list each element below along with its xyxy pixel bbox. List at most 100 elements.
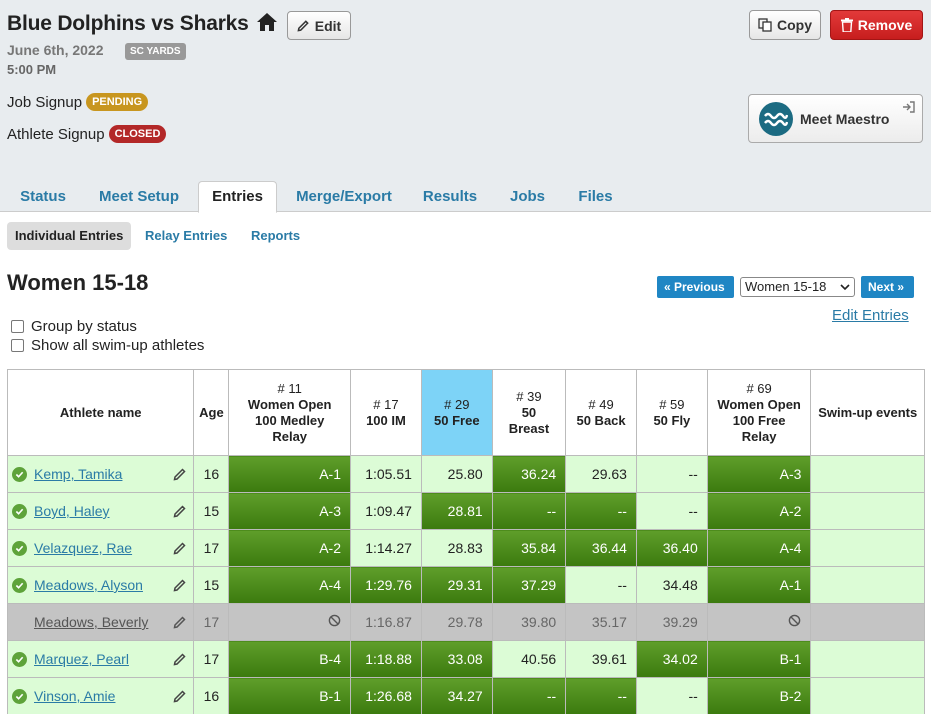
entry-cell[interactable]: 29.31 <box>420 566 493 604</box>
athlete-link[interactable]: Meadows, Alyson <box>34 577 143 593</box>
athlete-link[interactable]: Kemp, Tamika <box>34 466 122 482</box>
group-by-status-label: Group by status <box>31 318 137 335</box>
meet-title: Blue Dolphins vs Sharks <box>7 12 249 35</box>
entry-cell[interactable] <box>706 603 812 641</box>
event-59-header[interactable]: # 59 50 Fly <box>635 369 708 456</box>
remove-button[interactable]: Remove <box>830 10 923 40</box>
event-11-header[interactable]: # 11 Women Open 100 Medley Relay <box>228 369 352 456</box>
athlete-link[interactable]: Vinson, Amie <box>34 688 115 704</box>
entry-cell[interactable]: -- <box>565 566 637 604</box>
entry-cell[interactable]: 39.29 <box>635 603 708 641</box>
entry-cell[interactable]: 34.27 <box>420 677 493 714</box>
entry-cell[interactable]: 35.17 <box>565 603 637 641</box>
entry-cell[interactable]: 39.80 <box>491 603 567 641</box>
entry-cell[interactable]: 1:26.68 <box>350 677 422 714</box>
event-39-header[interactable]: # 39 50 Breast <box>491 369 567 456</box>
entry-cell[interactable] <box>228 603 352 641</box>
athlete-link[interactable]: Boyd, Haley <box>34 503 109 519</box>
group-select[interactable]: Women 15-18 <box>740 277 855 297</box>
athlete-link[interactable]: Velazquez, Rae <box>34 540 132 556</box>
entry-cell[interactable]: -- <box>635 677 708 714</box>
pencil-icon[interactable] <box>173 504 187 518</box>
event-69-header[interactable]: # 69 Women Open 100 Free Relay <box>706 369 812 456</box>
entry-cell[interactable]: 1:18.88 <box>350 640 422 678</box>
entry-cell[interactable]: 36.44 <box>565 529 637 567</box>
entry-cell[interactable]: -- <box>565 677 637 714</box>
entry-cell[interactable]: -- <box>491 492 567 530</box>
entry-cell[interactable]: 34.02 <box>635 640 708 678</box>
home-icon[interactable] <box>256 12 278 32</box>
entry-cell[interactable]: 28.81 <box>420 492 493 530</box>
entry-cell[interactable]: 40.56 <box>491 640 567 678</box>
event-49-header[interactable]: # 49 50 Back <box>565 369 637 456</box>
table-row: Meadows, Alyson 15 A-4 1:29.76 29.31 37.29 -- 3… <box>6 566 925 604</box>
next-group-button[interactable]: Next » <box>861 276 914 298</box>
edit-meet-button[interactable]: Edit <box>287 11 351 40</box>
entry-cell[interactable]: 37.29 <box>491 566 567 604</box>
entry-cell[interactable]: -- <box>635 455 708 493</box>
entry-cell[interactable]: A-2 <box>706 492 812 530</box>
pencil-icon[interactable] <box>173 689 187 703</box>
pencil-icon[interactable] <box>173 578 187 592</box>
athlete-link[interactable]: Marquez, Pearl <box>34 651 129 667</box>
entry-cell[interactable]: 29.78 <box>420 603 493 641</box>
entry-cell[interactable]: 1:29.76 <box>350 566 422 604</box>
entry-cell[interactable]: A-4 <box>706 529 812 567</box>
entry-cell[interactable]: B-4 <box>228 640 352 678</box>
tab-files[interactable]: Files <box>567 182 624 212</box>
entry-cell[interactable]: 1:05.51 <box>350 455 422 493</box>
meet-maestro-button[interactable]: Meet Maestro <box>748 94 923 143</box>
subtab-relay-entries[interactable]: Relay Entries <box>137 222 235 250</box>
entry-cell[interactable]: A-3 <box>228 492 352 530</box>
entry-cell[interactable]: -- <box>565 492 637 530</box>
tab-status[interactable]: Status <box>12 182 74 212</box>
external-link-icon <box>903 101 915 113</box>
swim-up-events-header[interactable]: Swim-up events <box>810 369 925 456</box>
pencil-icon[interactable] <box>173 467 187 481</box>
previous-group-button[interactable]: « Previous <box>657 276 734 298</box>
tab-jobs[interactable]: Jobs <box>500 182 555 212</box>
show-swimup-checkbox[interactable] <box>11 339 24 352</box>
entry-cell[interactable]: 33.08 <box>420 640 493 678</box>
entry-cell[interactable]: 28.83 <box>420 529 493 567</box>
entry-cell[interactable]: B-2 <box>706 677 812 714</box>
subtab-reports[interactable]: Reports <box>243 222 308 250</box>
entry-cell[interactable]: 36.24 <box>491 455 567 493</box>
entry-cell[interactable]: B-1 <box>228 677 352 714</box>
entry-cell[interactable]: 36.40 <box>635 529 708 567</box>
event-17-header[interactable]: # 17 100 IM <box>350 369 422 456</box>
event-29-header[interactable]: # 29 50 Free <box>420 369 493 456</box>
entry-cell[interactable]: 1:16.87 <box>350 603 422 641</box>
group-by-status-checkbox[interactable] <box>11 320 24 333</box>
entry-cell[interactable]: A-1 <box>706 566 812 604</box>
entry-cell[interactable]: 1:14.27 <box>350 529 422 567</box>
entry-cell[interactable]: -- <box>491 677 567 714</box>
athlete-link[interactable]: Meadows, Beverly <box>34 614 148 630</box>
entry-cell[interactable]: 39.61 <box>565 640 637 678</box>
subtab-individual-entries[interactable]: Individual Entries <box>7 222 132 250</box>
entry-cell[interactable]: 25.80 <box>420 455 493 493</box>
entry-cell[interactable]: A-2 <box>228 529 352 567</box>
tab-meet-setup[interactable]: Meet Setup <box>90 182 188 212</box>
copy-button[interactable]: Copy <box>749 10 821 40</box>
entry-cell[interactable]: 29.63 <box>565 455 637 493</box>
tab-entries[interactable]: Entries <box>198 181 277 213</box>
edit-entries-link[interactable]: Edit Entries <box>832 307 909 324</box>
entry-cell[interactable]: 34.48 <box>635 566 708 604</box>
age-header[interactable]: Age <box>193 369 230 456</box>
pencil-icon[interactable] <box>173 541 187 555</box>
entry-cell[interactable]: 35.84 <box>491 529 567 567</box>
athlete-signup-label: Athlete Signup <box>7 125 105 143</box>
entry-cell[interactable]: A-4 <box>228 566 352 604</box>
tab-merge-export[interactable]: Merge/Export <box>290 182 398 212</box>
entry-cell[interactable]: A-1 <box>228 455 352 493</box>
tab-results[interactable]: Results <box>413 182 487 212</box>
pencil-icon[interactable] <box>173 615 187 629</box>
entry-cell[interactable]: B-1 <box>706 640 812 678</box>
pencil-icon[interactable] <box>173 652 187 666</box>
athlete-name-header[interactable]: Athlete name <box>6 369 195 456</box>
entry-cell[interactable]: -- <box>635 492 708 530</box>
age-cell: 17 <box>193 640 230 678</box>
entry-cell[interactable]: A-3 <box>706 455 812 493</box>
entry-cell[interactable]: 1:09.47 <box>350 492 422 530</box>
